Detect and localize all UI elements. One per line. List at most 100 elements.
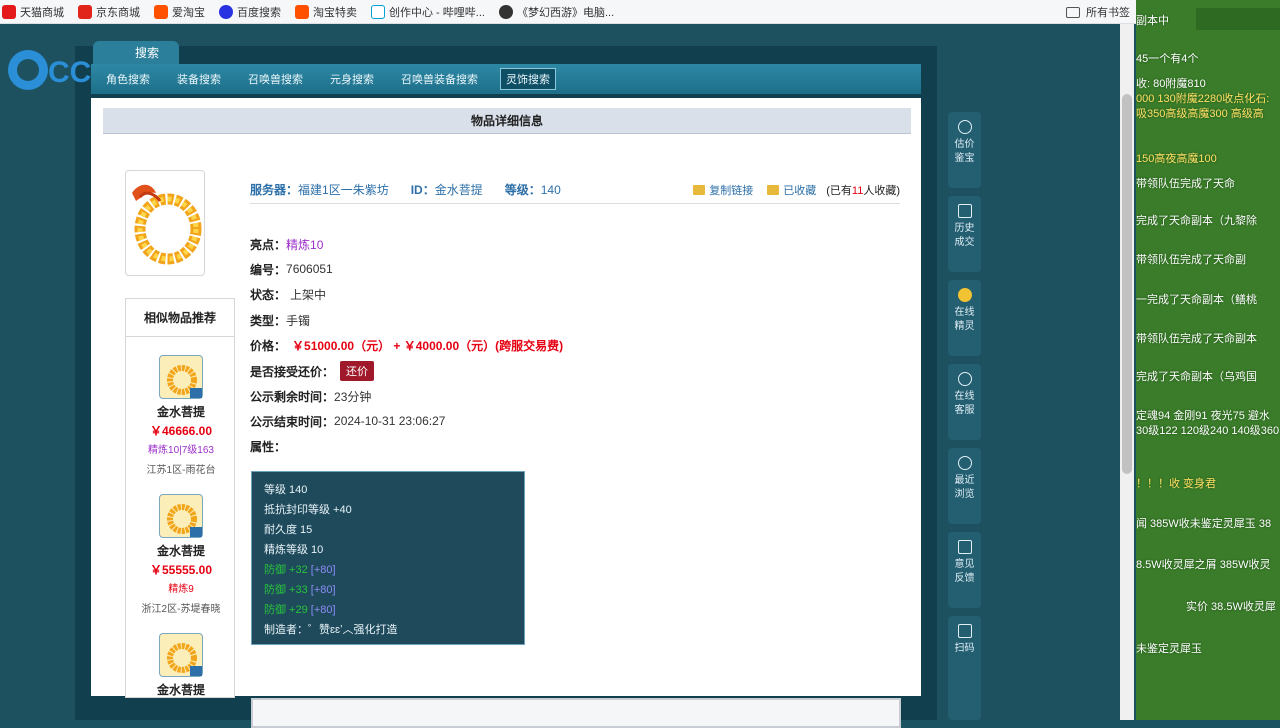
nav-summon-equip-search[interactable]: 召唤兽装备搜索 [396,69,483,89]
chat-line: 带领队伍完成了天命 [1136,178,1235,190]
bookmark-tmall[interactable]: 天猫商城 [2,4,64,20]
menghuan-icon [498,4,513,19]
bilibili-icon [371,4,385,19]
item-info-bar: 服务器： 福建1区一朱紫坊 ID： 金水菩提 等级： 140 复制链接 已收藏 … [250,176,900,204]
tool-feedback[interactable]: 意见 反馈 [948,532,981,608]
bookmarks-bar: 天猫商城 京东商城 爱淘宝 百度搜索 淘宝特卖 创作中心 - 哔哩哔... 《梦… [0,0,1136,24]
chat-line: 一完成了天命副本（鳝桃 [1136,294,1257,306]
tool-recent[interactable]: 最近 浏览 [948,448,981,524]
price-row: 价格： ￥51000.00（元） + ￥4000.00（元）(跨服交易费) [250,338,564,353]
bookmark-aitaobao[interactable]: 爱淘宝 [154,4,205,20]
type-row: 类型： 手镯 [250,313,311,328]
id-value: 金水菩提 [434,183,483,197]
chat-line: 30级122 120级240 140级360 [1136,425,1280,437]
tool-online-sprite[interactable]: 在线 精灵 [948,280,981,356]
favorite-icon [767,184,780,195]
edit-icon [957,540,972,554]
chat-line: 吸350高级高魔300 高级高 [1136,108,1264,120]
chat-line: 完成了天命副本（乌鸡国 [1136,371,1257,383]
level-value: 140 [540,182,561,197]
scrollbar-thumb[interactable] [1122,94,1132,474]
favorite-button[interactable]: 已收藏 [767,182,816,198]
similar-item-name: 金水菩提 [156,544,205,558]
nav-equip-search[interactable]: 装备搜索 [172,69,226,89]
counter-offer-button[interactable]: 还价 [340,361,375,381]
detail-panel: 物品详细信息 相似物品推荐 金水菩提 ￥46666.00 精炼10|7级163 … [91,98,921,728]
copy-link-button[interactable]: 复制链接 [693,182,753,198]
server-label: 服务器： [250,183,299,197]
tool-scan[interactable]: 扫码 [948,616,981,720]
chat-line: ！！！收 变身君 [1136,478,1217,490]
chat-line: 实价 38.5W收灵犀 [1186,601,1276,613]
highlight-value: 精炼10 [286,237,324,252]
baidu-icon [219,4,233,19]
all-bookmarks[interactable]: 所有书签 [1066,4,1130,20]
page-scrollbar[interactable] [1120,24,1134,720]
live-chat-overlay: 副本中 45一个有4个 收: 80附魔810 000 130附魔2280收点化石… [1136,0,1280,720]
end-time-value: 2024-10-31 23:06:27 [334,414,446,428]
similar-item-tag: 精炼9 [168,584,194,595]
favorite-count: (已有11人收藏) [826,184,900,197]
chat-line: 闻 385W收未鉴定灵犀玉 38 [1136,518,1272,530]
attributes-row: 属性： [250,439,287,454]
attributes-box: 等级 140 抵抗封印等级 +40 耐久度 15 精炼等级 10 防御 +32 … [251,471,525,645]
clock-icon [957,456,972,470]
status-value: 上架中 [290,287,327,302]
chat-line: 未鉴定灵犀玉 [1136,643,1202,655]
attr-defense-2: 防御 +33 [+80] [264,584,336,596]
id-label: ID： [410,183,435,197]
status-row: 状态： 上架中 [250,287,327,302]
bookmark-menghuan[interactable]: 《梦幻西游》电脑... [498,4,614,20]
bookmark-baidu[interactable]: 百度搜索 [219,4,281,20]
similar-item[interactable]: 金水菩提 [126,633,236,698]
chat-line: 000 130附魔2280收点化石: [1136,93,1270,105]
similar-item-name: 金水菩提 [156,683,205,697]
nav-role-search[interactable]: 角色搜索 [101,69,155,89]
type-value: 手镯 [286,313,311,328]
similar-item-tag: 精炼10|7级163 [148,445,214,456]
tmall-icon [2,4,16,19]
chat-line: 150高夜高魔100 [1136,153,1217,165]
attr-level: 等级 140 [264,484,308,496]
search-nav: 角色搜索 装备搜索 召唤兽搜索 元身搜索 召唤兽装备搜索 灵饰搜索 [91,64,921,94]
bracelet-icon [159,494,203,538]
attr-maker: 制造者：゜赞ɛɛʼ︿强化打造 [264,624,398,636]
sprite-icon [957,288,972,302]
folder-icon [1066,6,1080,18]
counter-offer-row: 是否接受还价： 还价 [250,361,375,381]
similar-item-price: ￥46666.00 [149,424,213,438]
level-label: 等级： [504,183,541,197]
bookmark-bilibili[interactable]: 创作中心 - 哔哩哔... [371,4,485,20]
bookmark-taobao-sale[interactable]: 淘宝特卖 [295,4,357,20]
bracelet-icon [159,355,203,399]
end-time-row: 公示结束时间： 2024-10-31 23:06:27 [250,414,446,429]
search-tab[interactable]: 搜索 [93,41,179,65]
similar-item-server: 江苏1区-雨花台 [146,465,216,476]
item-image [125,170,205,276]
similar-item[interactable]: 金水菩提 ￥46666.00 精炼10|7级163 江苏1区-雨花台 [126,355,236,476]
similar-item[interactable]: 金水菩提 ￥55555.00 精炼9 浙江2区-苏堤春晓 [126,494,236,615]
nav-yuanshen-search[interactable]: 元身搜索 [325,69,379,89]
serial-value: 7606051 [286,262,333,276]
chat-line: 8.5W收灵犀之屑 385W收灵 [1136,559,1271,571]
history-icon [957,204,972,218]
headset-icon [957,372,972,386]
tool-appraise[interactable]: 估价 鉴宝 [948,112,981,188]
jd-icon [78,4,92,19]
bookmark-jd[interactable]: 京东商城 [78,4,140,20]
nav-lingshi-search[interactable]: 灵饰搜索 [500,68,556,90]
bracelet-icon [159,633,203,677]
panel-title: 物品详细信息 [103,108,911,134]
aitaobao-icon [154,4,168,19]
attr-durability: 耐久度 15 [264,524,313,536]
scan-icon [957,624,972,638]
copy-icon [693,184,706,195]
server-value: 福建1区一朱紫坊 [298,183,389,197]
nav-summon-search[interactable]: 召唤兽搜索 [243,69,308,89]
attr-refine-level: 精炼等级 10 [264,544,324,556]
notice-box [251,698,901,728]
tool-online-service[interactable]: 在线 客服 [948,364,981,440]
serial-row: 编号： 7606051 [250,262,333,277]
tool-history[interactable]: 历史 成交 [948,196,981,272]
chat-line: 收: 80附魔810 [1136,78,1206,90]
